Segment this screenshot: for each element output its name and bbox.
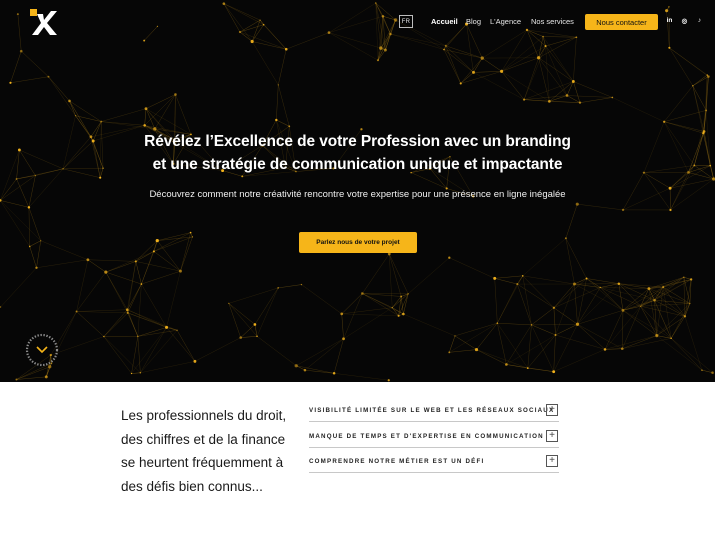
accordion-label: COMPRENDRE NOTRE MÉTIER EST UN DÉFI [309,458,485,465]
project-cta-button[interactable]: Parlez nous de votre projet [299,232,417,253]
agency-x-logo[interactable] [30,9,58,35]
nav-accueil[interactable]: Accueil [431,17,458,26]
accordion-item-visibility[interactable]: VISIBILITÉ LIMITÉE SUR LE WEB ET LES RÉS… [309,404,559,422]
accordion-label: MANQUE DE TEMPS ET D'EXPERTISE EN COMMUN… [309,433,544,440]
chevron-down-icon [36,346,48,354]
hero-subtitle: Découvrez comment notre créativité renco… [149,189,566,200]
language-selector[interactable]: FR [399,15,413,28]
plus-icon[interactable]: + [546,455,558,467]
contact-button[interactable]: Nous contacter [585,14,658,30]
accordion-item-time[interactable]: MANQUE DE TEMPS ET D'EXPERTISE EN COMMUN… [309,430,559,448]
scroll-down-badge[interactable] [24,332,60,368]
hero-title-line-2: et une stratégie de communication unique… [152,156,563,173]
hero-title-line-1: Révélez l’Excellence de votre Profession… [144,133,571,150]
hero-title: Révélez l’Excellence de votre Profession… [0,130,715,176]
intro-text: Les professionnels du droit, des chiffre… [121,408,287,494]
nav-services[interactable]: Nos services [531,17,574,26]
plus-icon[interactable]: + [546,430,558,442]
nav-agence[interactable]: L'Agence [490,17,521,26]
plus-icon[interactable]: + [546,404,558,416]
nav-blog[interactable]: Blog [466,17,481,26]
hero-section: FR Accueil Blog L'Agence Nos services No… [0,0,715,382]
accordion-label: VISIBILITÉ LIMITÉE SUR LE WEB ET LES RÉS… [309,407,555,414]
instagram-icon[interactable]: ◎ [680,16,689,25]
linkedin-icon[interactable]: in [665,16,674,25]
tiktok-icon[interactable]: ♪ [695,16,704,25]
accordion-item-understanding[interactable]: COMPRENDRE NOTRE MÉTIER EST UN DÉFI + [309,455,559,473]
